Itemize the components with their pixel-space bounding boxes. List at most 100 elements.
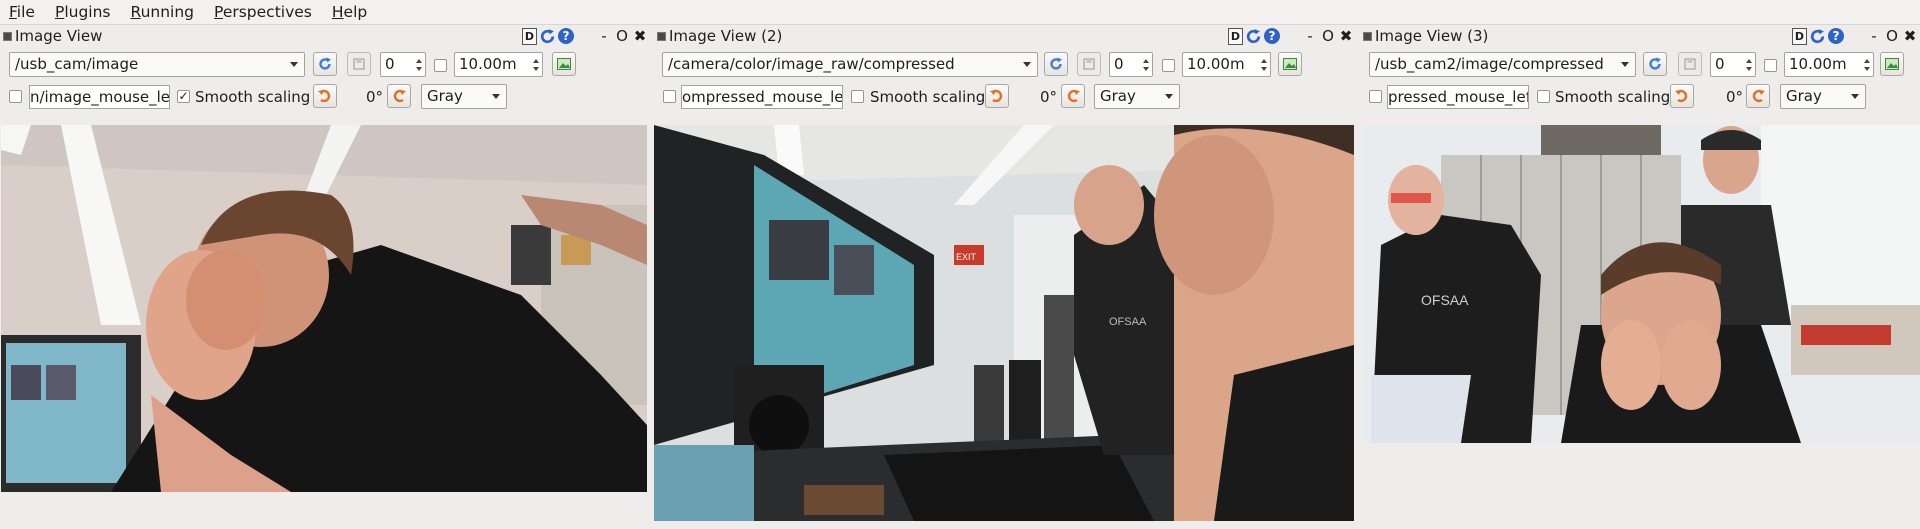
color-mode-combobox[interactable]: Gray [1094, 84, 1180, 109]
close-button[interactable]: ✖ [632, 27, 648, 45]
smooth-scaling-checkbox[interactable]: ✓ [177, 90, 190, 103]
panel-title: Image View (2) [669, 27, 783, 45]
menu-help[interactable]: Help [323, 1, 378, 23]
smooth-scaling-checkbox[interactable] [1537, 90, 1550, 103]
reload-icon[interactable] [539, 28, 556, 45]
camera-image-view[interactable] [1, 125, 647, 492]
depth-range-checkbox[interactable] [1162, 59, 1175, 72]
rotate-right-icon [1067, 89, 1080, 103]
publish-mouse-checkbox[interactable] [663, 90, 676, 103]
depth-range-checkbox[interactable] [1764, 59, 1777, 72]
reload-icon[interactable] [1809, 28, 1826, 45]
num-gridlines-button[interactable] [1278, 52, 1302, 76]
rotation-label: 0° [1040, 88, 1058, 106]
dock-grip-icon[interactable] [3, 31, 12, 41]
color-mode-combobox[interactable]: Gray [421, 84, 507, 109]
frame-spinbox[interactable]: 0 [380, 52, 426, 77]
spin-up-icon[interactable] [1746, 58, 1752, 63]
panel-titlebar: Image View (3) D ? - O ✖ [1360, 24, 1920, 48]
num-gridlines-button[interactable] [552, 52, 576, 76]
mouse-topic-field[interactable]: n/image_mouse_left [29, 85, 170, 109]
d-icon[interactable]: D [1792, 27, 1807, 45]
save-image-button[interactable] [347, 52, 371, 76]
spin-down-icon[interactable] [1746, 66, 1752, 71]
d-icon[interactable]: D [1228, 27, 1243, 45]
chevron-down-icon [492, 94, 500, 99]
refresh-topics-button[interactable] [1044, 52, 1068, 76]
publish-mouse-checkbox[interactable] [9, 90, 22, 103]
topic-value: /usb_cam/image [15, 55, 139, 73]
panel-titlebar: Image View (2) D ? - O ✖ [654, 24, 1356, 48]
topic-combobox[interactable]: /usb_cam2/image/compressed [1369, 52, 1636, 77]
help-icon[interactable]: ? [558, 28, 574, 44]
close-button[interactable]: ✖ [1902, 27, 1918, 45]
minimize-button[interactable]: - [1302, 27, 1318, 45]
dock-grip-icon[interactable] [657, 31, 666, 41]
save-icon [1083, 58, 1095, 70]
help-icon[interactable]: ? [1828, 28, 1844, 44]
color-mode-combobox[interactable]: Gray [1780, 84, 1866, 109]
save-image-button[interactable] [1077, 52, 1101, 76]
shirt-print-text: OFSAA [1109, 316, 1147, 328]
smooth-scaling-label: Smooth scaling [1555, 88, 1671, 106]
float-button[interactable]: O [1320, 27, 1336, 45]
rotation-label: 0° [366, 88, 384, 106]
menu-plugins[interactable]: Plugins [46, 1, 122, 23]
rotate-right-button[interactable] [387, 84, 411, 108]
help-icon[interactable]: ? [1264, 28, 1280, 44]
menu-perspectives[interactable]: Perspectives [205, 1, 323, 23]
minimize-button[interactable]: - [1866, 27, 1882, 45]
spin-down-icon[interactable] [1261, 66, 1267, 71]
max-range-spinbox[interactable]: 10.00m [1784, 52, 1874, 77]
d-icon[interactable]: D [522, 27, 537, 45]
depth-range-checkbox[interactable] [434, 59, 447, 72]
refresh-topics-button[interactable] [1643, 52, 1667, 76]
spin-down-icon[interactable] [1143, 66, 1149, 71]
topic-combobox[interactable]: /usb_cam/image [9, 52, 305, 77]
mouse-topic-field[interactable]: pressed_mouse_left [1387, 85, 1529, 109]
rotate-left-button[interactable] [1670, 84, 1694, 108]
spin-up-icon[interactable] [1143, 58, 1149, 63]
float-button[interactable]: O [1884, 27, 1900, 45]
publish-mouse-checkbox[interactable] [1369, 90, 1382, 103]
num-gridlines-button[interactable] [1880, 52, 1904, 76]
spin-down-icon[interactable] [533, 66, 539, 71]
spin-down-icon[interactable] [416, 66, 422, 71]
rotate-left-button[interactable] [313, 84, 337, 108]
reload-icon[interactable] [1245, 28, 1262, 45]
spin-up-icon[interactable] [1261, 58, 1267, 63]
image-icon [557, 58, 571, 70]
save-image-button[interactable] [1678, 52, 1702, 76]
dock-grip-icon[interactable] [1363, 31, 1372, 41]
max-range-spinbox[interactable]: 10.00m [1182, 52, 1271, 77]
menu-file[interactable]: File [0, 1, 46, 23]
minimize-button[interactable]: - [596, 27, 612, 45]
frame-spinbox[interactable]: 0 [1109, 52, 1153, 77]
image-icon [1283, 58, 1297, 70]
spin-up-icon[interactable] [416, 58, 422, 63]
frame-spinbox[interactable]: 0 [1710, 52, 1756, 77]
image-view-panel-2: Image View (2) D ? - O ✖ /camera/color/i… [654, 24, 1356, 529]
spin-down-icon[interactable] [1864, 66, 1870, 71]
topic-combobox[interactable]: /camera/color/image_raw/compressed [662, 52, 1038, 77]
rotate-right-icon [393, 89, 406, 103]
smooth-scaling-checkbox[interactable] [851, 90, 864, 103]
menu-running[interactable]: Running [122, 1, 206, 23]
smooth-scaling-label: Smooth scaling [195, 88, 311, 106]
close-button[interactable]: ✖ [1338, 27, 1354, 45]
shirt-print-text: OFSAA [1421, 292, 1469, 308]
float-button[interactable]: O [614, 27, 630, 45]
topic-value: /usb_cam2/image/compressed [1375, 55, 1604, 73]
rotate-right-button[interactable] [1061, 84, 1085, 108]
spin-up-icon[interactable] [533, 58, 539, 63]
camera-frame-image: EXIT OFSAA [654, 125, 1354, 521]
max-range-spinbox[interactable]: 10.00m [454, 52, 543, 77]
refresh-topics-button[interactable] [313, 52, 337, 76]
rotate-right-button[interactable] [1746, 84, 1770, 108]
camera-image-view[interactable]: OFSAA [1361, 125, 1920, 443]
spin-up-icon[interactable] [1864, 58, 1870, 63]
camera-image-view[interactable]: EXIT OFSAA [654, 125, 1354, 521]
mouse-topic-field[interactable]: ompressed_mouse_left [681, 85, 843, 109]
rotate-left-button[interactable] [985, 84, 1009, 108]
image-view-panel-3: Image View (3) D ? - O ✖ /usb_cam2/image… [1360, 24, 1920, 529]
